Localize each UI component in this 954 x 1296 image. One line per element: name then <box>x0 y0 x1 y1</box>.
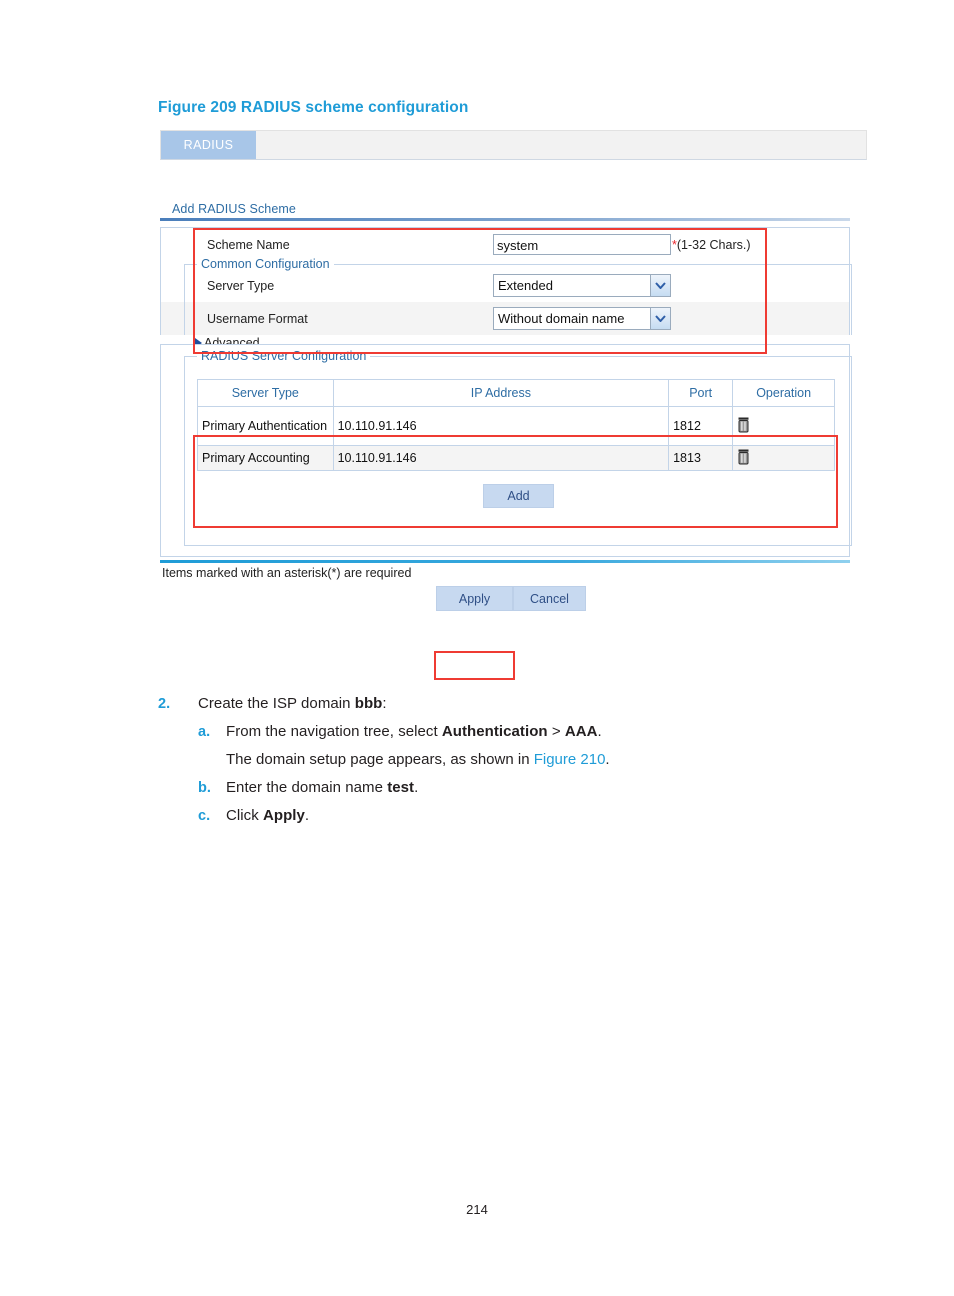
figure-210-link[interactable]: Figure 210 <box>534 751 606 768</box>
step-2a-cont-t1: The domain setup page appears, as shown … <box>226 751 534 768</box>
scheme-name-control: system *(1-32 Chars.) <box>493 234 751 255</box>
cell-server-type: Primary Accounting <box>197 445 334 471</box>
column-header-server-type: Server Type <box>197 379 334 407</box>
step-2a-continuation: The domain setup page appears, as shown … <box>226 746 858 774</box>
scheme-name-hint-text: (1-32 Chars.) <box>676 237 751 252</box>
common-configuration-legend: Common Configuration <box>197 257 334 271</box>
step-2c: c. Click Apply. <box>198 802 858 830</box>
step-2b-t1: Enter the domain name <box>226 779 388 796</box>
cancel-button[interactable]: Cancel <box>513 586 586 611</box>
step-2c-t1: Click <box>226 807 263 824</box>
step-2c-text: Click Apply. <box>226 802 858 830</box>
footer-divider <box>160 560 850 563</box>
step-2b-t2: . <box>414 779 419 796</box>
delete-icon[interactable] <box>737 449 750 468</box>
step-2c-number: c. <box>198 808 211 824</box>
tab-radius[interactable]: RADIUS <box>161 131 256 159</box>
cell-operation <box>732 406 835 446</box>
radius-server-configuration-legend: RADIUS Server Configuration <box>197 349 371 363</box>
step-2a-number: a. <box>198 724 211 740</box>
step-2b: b. Enter the domain name test. <box>198 774 858 802</box>
column-header-port: Port <box>668 379 734 407</box>
cell-server-type: Primary Authentication <box>197 406 334 446</box>
step-2-text: Create the ISP domain bbb: <box>198 690 858 718</box>
step-2a-cont-t2: . <box>605 751 610 768</box>
table-row[interactable]: Primary Authentication 10.110.91.146 181… <box>197 406 835 446</box>
cell-port: 1812 <box>668 406 734 446</box>
table-row[interactable]: Primary Accounting 10.110.91.146 1813 <box>197 445 835 471</box>
step-2a-submenu: AAA <box>564 723 598 740</box>
server-table: Server Type IP Address Port Operation Pr… <box>197 379 835 471</box>
common-configuration-group: Common Configuration <box>184 257 852 335</box>
delete-icon[interactable] <box>737 417 750 436</box>
cell-port: 1813 <box>668 445 734 471</box>
cell-operation <box>732 445 835 471</box>
step-2b-value: test <box>387 779 415 796</box>
cell-ip-address: 10.110.91.146 <box>332 406 670 446</box>
apply-button[interactable]: Apply <box>436 586 513 611</box>
step-2c-t2: . <box>304 807 310 824</box>
step-2-number: 2. <box>158 696 171 712</box>
step-2-text-after: : <box>382 695 387 712</box>
step-2a-t1: From the navigation tree, select <box>226 723 442 740</box>
step-2-domain: bbb <box>354 695 383 712</box>
step-2: 2. Create the ISP domain bbb: <box>158 690 858 718</box>
scheme-form-panel: Scheme Name system *(1-32 Chars.) Common… <box>160 227 852 350</box>
section-header: Add RADIUS Scheme <box>160 202 850 221</box>
step-2a: a. From the navigation tree, select Auth… <box>198 718 858 746</box>
step-2a-text: From the navigation tree, select Authent… <box>226 718 858 746</box>
step-2-text-before: Create the ISP domain <box>198 695 355 712</box>
cell-ip-address: 10.110.91.146 <box>332 445 670 471</box>
table-header-row: Server Type IP Address Port Operation <box>197 379 835 407</box>
radius-scheme-screenshot: RADIUS Add RADIUS Scheme Scheme Name sys… <box>160 130 867 680</box>
section-divider <box>160 218 850 221</box>
section-title: Add RADIUS Scheme <box>172 202 296 216</box>
procedure-steps: 2. Create the ISP domain bbb: a. From th… <box>158 690 858 830</box>
page-number: 214 <box>466 1202 488 1217</box>
column-header-operation: Operation <box>732 379 835 407</box>
step-2a-t2: > <box>547 723 565 740</box>
step-2c-action: Apply <box>262 807 305 824</box>
required-note: Items marked with an asterisk(*) are req… <box>162 566 412 580</box>
scheme-name-hint: *(1-32 Chars.) <box>672 238 751 252</box>
scheme-name-label: Scheme Name <box>207 237 290 252</box>
add-button[interactable]: Add <box>483 484 554 508</box>
step-2b-number: b. <box>198 780 211 796</box>
annotation-box-apply <box>434 651 515 680</box>
tab-bar: RADIUS <box>160 130 867 160</box>
server-config-panel: RADIUS Server Configuration Server Type … <box>160 344 852 557</box>
column-header-ip-address: IP Address <box>332 379 670 407</box>
step-2a-menu: Authentication <box>441 723 548 740</box>
step-2a-t3: . <box>597 723 602 740</box>
step-2b-text: Enter the domain name test. <box>226 774 858 802</box>
footer-buttons: Apply Cancel <box>160 586 867 614</box>
scheme-name-input[interactable]: system <box>493 234 671 255</box>
figure-caption: Figure 209 RADIUS scheme configuration <box>158 99 469 116</box>
